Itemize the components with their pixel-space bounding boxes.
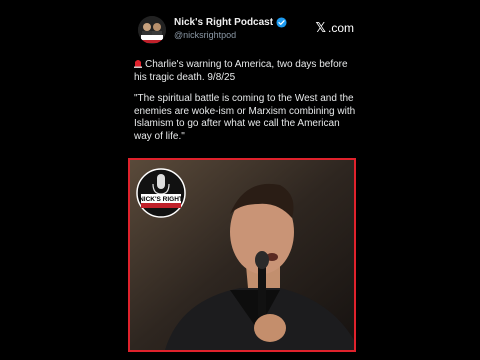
avatar[interactable] bbox=[138, 16, 166, 44]
user-handle[interactable]: @nicksrightpod bbox=[174, 30, 236, 40]
display-name[interactable]: Nick's Right Podcast bbox=[174, 17, 273, 28]
logo-text: NICK'S RIGHT bbox=[139, 196, 183, 203]
tweet-quote: "The spiritual battle is coming to the W… bbox=[134, 93, 356, 142]
tweet-text: Charlie's warning to America, two days b… bbox=[134, 58, 358, 152]
tweet-card: Nick's Right Podcast @nicksrightpod 𝕏 .c… bbox=[128, 10, 360, 355]
platform-domain: .com bbox=[327, 21, 354, 35]
tweet-media[interactable]: NICK'S RIGHT bbox=[128, 158, 356, 352]
x-com-logo: 𝕏 .com bbox=[316, 20, 355, 36]
avatar-image bbox=[138, 16, 166, 44]
name-row: Nick's Right Podcast bbox=[174, 17, 287, 28]
x-logo-icon: 𝕏 bbox=[315, 20, 326, 35]
verified-badge-icon bbox=[276, 17, 287, 28]
tweet-line-text: Charlie's warning to America, two days b… bbox=[134, 59, 348, 83]
podcast-logo: NICK'S RIGHT bbox=[136, 168, 186, 218]
tweet-header: Nick's Right Podcast @nicksrightpod 𝕏 .c… bbox=[128, 10, 360, 48]
tweet-line: Charlie's warning to America, two days b… bbox=[134, 58, 358, 84]
siren-icon bbox=[134, 60, 142, 68]
